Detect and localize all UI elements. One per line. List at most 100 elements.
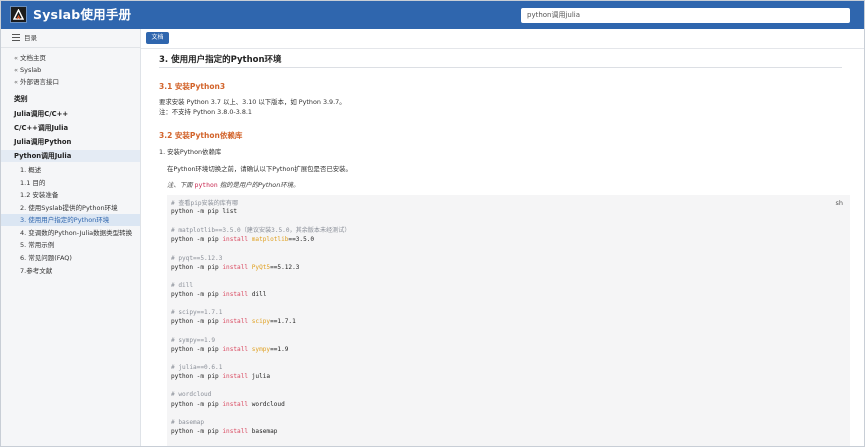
toc-item-user-python[interactable]: 3. 使用用户指定的Python环境 xyxy=(20,215,109,225)
search-input[interactable]: python调用julia xyxy=(521,8,850,23)
toc-item-faq[interactable]: 6. 常见问题(FAQ) xyxy=(20,253,72,263)
code-token: ==1.9 xyxy=(270,346,289,353)
code-token: matplotlib xyxy=(248,236,289,243)
subsection-install-python: 3.1 安装Python3 xyxy=(159,82,226,91)
inline-code: python xyxy=(194,181,218,189)
code-comment-line: # sympy==1.9 xyxy=(171,337,215,345)
code-token: install xyxy=(222,346,249,353)
code-token: # pyqt==5.12.3 xyxy=(171,255,223,262)
code-token: dill xyxy=(248,291,267,298)
doc-toolbar: 文档 xyxy=(141,29,864,49)
toc-label: 目录 xyxy=(24,34,37,42)
code-token: # matplotlib==3.5.0（建议安装3.5.0，其余版本未经测试） xyxy=(171,227,351,234)
code-token: # wordcloud xyxy=(171,391,212,398)
code-command-line: python -m pip install wordcloud xyxy=(171,401,285,409)
code-command-line: python -m pip install dill xyxy=(171,291,266,299)
code-command-line: python -m pip list xyxy=(171,208,237,216)
sidebar: 目录 «文档主页 «Syslab «外部语言接口 类别 Julia调用C/C++… xyxy=(1,29,141,446)
code-token: python -m pip xyxy=(171,236,223,243)
code-language-label: sh xyxy=(835,199,843,207)
version-requirement-text: 要求安装 Python 3.7 以上、3.10 以下版本，如 Python 3.… xyxy=(159,98,346,106)
category-python-call-julia[interactable]: Python调用Julia xyxy=(14,151,71,161)
nav-link-home[interactable]: «文档主页 xyxy=(14,53,46,63)
code-token: install xyxy=(222,318,249,325)
nav-link-syslab[interactable]: «Syslab xyxy=(14,65,41,75)
list-item-install-deps: 1. 安装Python依赖库 xyxy=(159,148,222,156)
code-token: # basemap xyxy=(171,419,205,426)
code-token: install xyxy=(222,291,249,298)
code-comment-line: # matplotlib==3.5.0（建议安装3.5.0，其余版本未经测试） xyxy=(171,227,350,235)
code-token: # sympy==1.9 xyxy=(171,337,216,344)
doc-button[interactable]: 文档 xyxy=(146,32,169,44)
nav-link-external-interface[interactable]: «外部语言接口 xyxy=(14,77,59,87)
code-command-line: python -m pip install basemap xyxy=(171,428,277,436)
chevron-left-icon: « xyxy=(14,66,18,74)
toc-item-overview[interactable]: 1. 概述 xyxy=(20,165,41,175)
code-command-line: python -m pip install sympy==1.9 xyxy=(171,346,288,354)
code-token: python -m pip xyxy=(171,428,223,435)
deps-instruction-text: 在Python环境切换之前，请确认以下Python扩展包是否已安装。 xyxy=(167,165,352,173)
section-title: 3. 使用用户指定的Python环境 xyxy=(159,55,282,65)
code-comment-line: # julia==0.6.1 xyxy=(171,364,222,372)
chevron-left-icon: « xyxy=(14,54,18,62)
code-token: ==1.7.1 xyxy=(270,318,296,325)
code-token: python -m pip xyxy=(171,373,223,380)
menu-icon[interactable] xyxy=(12,34,20,41)
chevron-left-icon: « xyxy=(14,78,18,86)
code-token: python -m pip xyxy=(171,401,223,408)
code-token: install xyxy=(222,236,249,243)
code-token: # julia==0.6.1 xyxy=(171,364,223,371)
toc-header[interactable]: 目录 xyxy=(1,29,140,48)
code-comment-line: # pyqt==5.12.3 xyxy=(171,255,222,263)
main-content: 文档 3. 使用用户指定的Python环境 3.1 安装Python3 要求安装… xyxy=(141,29,864,446)
code-token: install xyxy=(222,401,249,408)
category-julia-call-c[interactable]: Julia调用C/C++ xyxy=(14,109,68,119)
code-command-line: python -m pip install PyQt5==5.12.3 xyxy=(171,264,299,272)
subsection-install-deps: 3.2 安装Python依赖库 xyxy=(159,131,243,140)
toc-item-references[interactable]: 7.参考文献 xyxy=(20,266,52,276)
code-token: install xyxy=(222,428,249,435)
python-env-note: 注、下面 python 指的是用户的Python环境。 xyxy=(167,181,300,189)
app-window: Syslab使用手册 python调用julia 目录 «文档主页 «Sysla… xyxy=(0,0,865,447)
code-token: install xyxy=(222,373,249,380)
category-julia-call-python[interactable]: Julia调用Python xyxy=(14,137,71,147)
category-c-call-julia[interactable]: C/C++调用Julia xyxy=(14,123,68,133)
code-command-line: python -m pip install scipy==1.7.1 xyxy=(171,318,296,326)
code-token: sympy xyxy=(248,346,271,353)
code-token: julia xyxy=(248,373,271,380)
code-token: install xyxy=(222,264,249,271)
code-command-line: python -m pip install julia xyxy=(171,373,270,381)
code-token: # 查看pip安装的库有哪 xyxy=(171,200,239,207)
code-comment-line: # basemap xyxy=(171,419,204,427)
syslab-logo-icon[interactable] xyxy=(10,6,27,23)
code-command-line: python -m pip install matplotlib==3.5.0 xyxy=(171,236,314,244)
category-heading: 类别 xyxy=(14,95,28,103)
title-divider xyxy=(159,67,842,68)
code-token: python -m pip xyxy=(171,318,223,325)
code-token: python -m pip xyxy=(171,264,223,271)
code-token: python -m pip list xyxy=(171,208,238,215)
code-comment-line: # 查看pip安装的库有哪 xyxy=(171,200,238,208)
code-token: python -m pip xyxy=(171,346,223,353)
top-bar: Syslab使用手册 python调用julia xyxy=(1,1,864,29)
toc-item-examples[interactable]: 5. 常用示例 xyxy=(20,240,54,250)
toc-item-syslab-python[interactable]: 2. 使用Syslab提供的Python环境 xyxy=(20,203,118,213)
toc-item-type-conversion[interactable]: 4. 变调数的Python-Julia数据类型转换 xyxy=(20,228,132,238)
code-comment-line: # scipy==1.7.1 xyxy=(171,309,222,317)
code-comment-line: # dill xyxy=(171,282,193,290)
code-block[interactable]: sh # 查看pip安装的库有哪 python -m pip list # matp… xyxy=(167,195,850,446)
version-note-text: 注：不支持 Python 3.8.0-3.8.1 xyxy=(159,108,252,116)
code-token: ==3.5.0 xyxy=(288,236,315,243)
code-token: # scipy==1.7.1 xyxy=(171,309,223,316)
code-token: wordcloud xyxy=(248,401,285,408)
code-comment-line: # wordcloud xyxy=(171,391,211,399)
toc-item-purpose[interactable]: 1.1 目的 xyxy=(20,178,45,188)
code-token: PyQt5 xyxy=(248,264,271,271)
app-title: Syslab使用手册 xyxy=(33,7,132,22)
toc-item-install-prep[interactable]: 1.2 安装准备 xyxy=(20,190,58,200)
code-token: # dill xyxy=(171,282,194,289)
code-token: scipy xyxy=(248,318,271,325)
code-token: python -m pip xyxy=(171,291,223,298)
code-token: ==5.12.3 xyxy=(270,264,300,271)
code-token: basemap xyxy=(248,428,278,435)
